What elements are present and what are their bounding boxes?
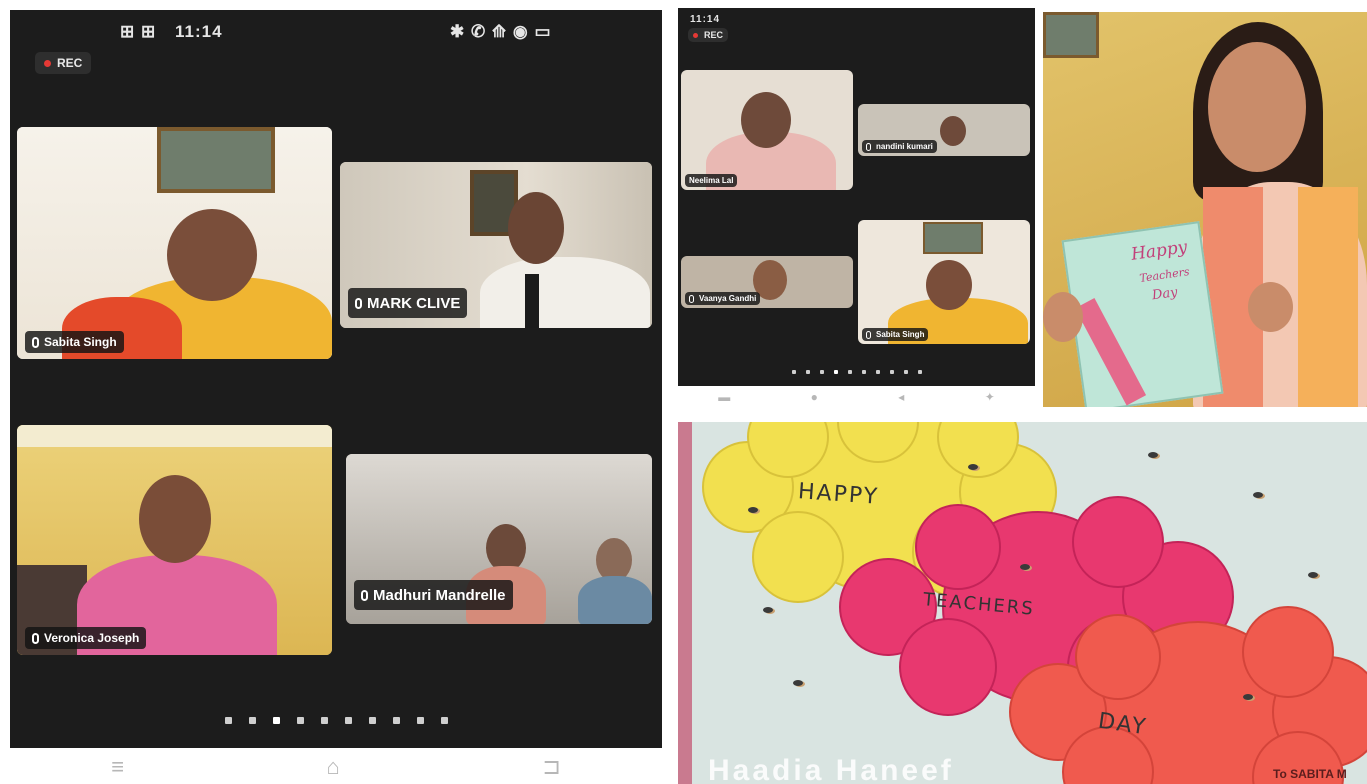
participant-name-tag: Sabita Singh xyxy=(862,328,929,341)
mic-icon xyxy=(32,336,39,348)
mic-icon xyxy=(866,142,871,151)
video-call-screen-right: 11:14 REC Neelima Lal nandini kumari Vaa… xyxy=(678,8,1035,386)
person-head xyxy=(1208,42,1306,172)
record-dot-icon xyxy=(44,59,51,67)
photo-caption: Haadia Haneef xyxy=(708,754,954,784)
person-head xyxy=(167,209,257,301)
participant-name-tag: Neelima Lal xyxy=(685,174,738,187)
video-tile-madhuri-mandrelle[interactable]: Madhuri Mandrelle xyxy=(346,454,652,624)
status-bar-system-icons: ✱ ✆ ⟰ ◉ ▭ xyxy=(450,22,552,41)
pencil-drawing xyxy=(1074,298,1147,406)
back-icon[interactable]: ⊐ xyxy=(542,754,560,780)
student-photo-with-card: Happy Teachers Day xyxy=(1043,12,1367,407)
teachers-day-card-photo: HAPPY TEACHERS DAY Haadia Haneef To SABI… xyxy=(678,422,1367,784)
card-signature: To SABITA M xyxy=(1273,767,1347,781)
mic-icon xyxy=(32,632,39,644)
mic-icon xyxy=(689,294,694,303)
menu-icon[interactable]: ▬ xyxy=(718,390,730,404)
video-tile-sabita-singh-2[interactable]: Sabita Singh xyxy=(858,220,1030,344)
wall-picture xyxy=(157,127,275,193)
video-tile-sabita-singh[interactable]: Sabita Singh xyxy=(17,127,332,359)
status-bar-time: 11:14 xyxy=(175,22,223,41)
tie xyxy=(525,274,539,328)
person-body xyxy=(480,257,650,328)
handmade-card: Happy Teachers Day xyxy=(1061,221,1224,407)
recording-label: REC xyxy=(57,56,83,70)
sash-orange xyxy=(1298,187,1358,407)
mic-icon xyxy=(361,589,368,601)
page-indicator[interactable] xyxy=(678,370,1035,374)
accessibility-icon[interactable]: ✦ xyxy=(985,390,995,404)
recording-indicator: REC xyxy=(35,52,92,74)
menu-icon[interactable]: ≡ xyxy=(111,754,124,780)
home-icon[interactable]: ● xyxy=(811,390,818,404)
page-indicator[interactable] xyxy=(10,717,662,724)
participant-name-tag: Sabita Singh xyxy=(25,331,124,353)
mic-icon xyxy=(866,330,871,339)
status-bar-time: 11:14 xyxy=(690,14,721,25)
home-icon[interactable]: ⌂ xyxy=(327,754,340,780)
video-tile-mark-clive[interactable]: MARK CLIVE xyxy=(340,162,652,328)
record-dot-icon xyxy=(693,32,698,38)
video-tile-nandini-kumari[interactable]: nandini kumari xyxy=(858,104,1030,156)
person-head xyxy=(508,192,564,264)
video-tile-vaanya-gandhi[interactable]: Vaanya Gandhi xyxy=(681,256,853,308)
participant-name-tag: Madhuri Mandrelle xyxy=(354,580,513,610)
status-bar-signal-icons: ⊞ ⊞ xyxy=(120,22,157,41)
video-tile-neelima-lal[interactable]: Neelima Lal xyxy=(681,70,853,190)
participant-name-tag: MARK CLIVE xyxy=(348,288,468,318)
video-tile-veronica-joseph[interactable]: Veronica Joseph xyxy=(17,425,332,655)
video-call-screen-left: ⊞ ⊞ 11:14 ✱ ✆ ⟰ ◉ ▭ REC Sabita Singh MAR… xyxy=(10,10,662,748)
android-nav-bar: ≡ ⌂ ⊐ xyxy=(10,752,662,782)
person-head xyxy=(139,475,211,563)
recording-indicator: REC xyxy=(688,28,729,42)
back-icon[interactable]: ◂ xyxy=(898,390,904,404)
participant-name-tag: Vaanya Gandhi xyxy=(685,292,761,305)
participant-name-tag: Veronica Joseph xyxy=(25,627,147,649)
participant-name-tag: nandini kumari xyxy=(862,140,937,153)
android-nav-bar-small: ▬ ● ◂ ✦ xyxy=(678,386,1035,408)
mic-icon xyxy=(355,297,362,309)
